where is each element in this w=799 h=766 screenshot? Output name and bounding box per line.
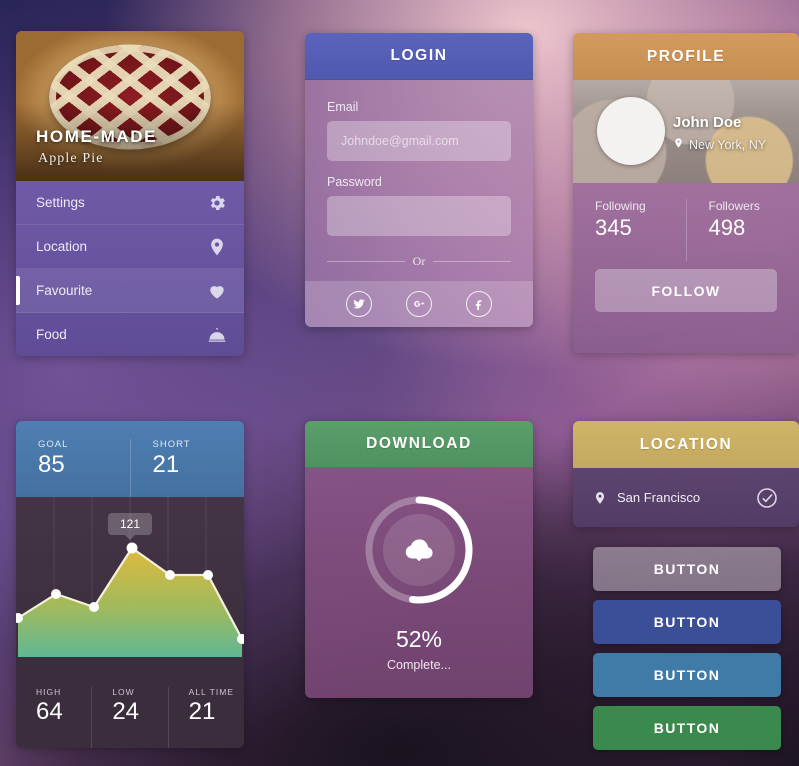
- or-divider: Or: [327, 254, 512, 269]
- stat-value: 21: [152, 451, 180, 478]
- stat-value: 64: [36, 698, 63, 725]
- stat-goal: GOAL 85: [16, 439, 130, 497]
- location-row[interactable]: San Francisco: [573, 468, 799, 527]
- check-circle-icon[interactable]: [755, 486, 779, 510]
- menu-item-favourite[interactable]: Favourite: [16, 269, 244, 313]
- profile-location-label: New York, NY: [689, 137, 767, 152]
- button-2[interactable]: BUTTON: [593, 600, 781, 644]
- map-pin-icon: [206, 236, 228, 258]
- heart-icon: [206, 280, 228, 302]
- chart-top-stats: GOAL 85 SHORT 21: [16, 421, 244, 497]
- chart-tooltip: 121: [107, 513, 153, 535]
- location-name: San Francisco: [617, 490, 701, 505]
- menu-card: HOME-MADE Apple Pie Settings Location Fa…: [16, 31, 244, 356]
- stat-value: 21: [188, 698, 216, 725]
- stat-followers: Followers 498: [685, 199, 799, 261]
- hero-subtitle: Apple Pie: [38, 151, 104, 166]
- ui-kit-canvas: HOME-MADE Apple Pie Settings Location Fa…: [0, 0, 799, 766]
- stat-label: Following: [595, 199, 646, 213]
- stat-label: LOW: [112, 687, 135, 697]
- stat-label: HIGH: [36, 687, 62, 697]
- stat-high: HIGH 64: [16, 687, 91, 748]
- stat-short: SHORT 21: [129, 439, 245, 497]
- stats-chart-card: GOAL 85 SHORT 21 121 HIGH 64 LOW 24 ALL …: [16, 421, 244, 748]
- download-card: DOWNLOAD 52% Complete...: [305, 421, 533, 698]
- twitter-icon[interactable]: [346, 291, 372, 317]
- profile-card: PROFILE John Doe New York, NY Following …: [573, 33, 799, 353]
- follow-button[interactable]: FOLLOW: [595, 269, 777, 312]
- apple-pie-photo: HOME-MADE Apple Pie: [16, 31, 244, 181]
- food-dome-icon: [206, 324, 228, 346]
- stat-low: LOW 24: [91, 687, 167, 748]
- map-pin-icon: [593, 489, 607, 507]
- menu-item-label: Favourite: [36, 283, 93, 298]
- chart-area-fill: [18, 548, 242, 657]
- stat-label: SHORT: [152, 439, 191, 450]
- stat-label: Followers: [708, 199, 760, 213]
- profile-stats: Following 345 Followers 498: [573, 183, 799, 261]
- password-field[interactable]: [327, 196, 511, 236]
- progress-ring: [363, 494, 475, 606]
- download-percent: 52%: [395, 626, 443, 652]
- stat-following: Following 345: [573, 199, 686, 261]
- button-1[interactable]: BUTTON: [593, 547, 781, 591]
- stat-label: GOAL: [38, 439, 69, 450]
- menu-item-location[interactable]: Location: [16, 225, 244, 269]
- gear-icon: [206, 192, 228, 214]
- profile-footer: FOLLOW: [573, 261, 799, 353]
- email-field[interactable]: [327, 121, 511, 161]
- social-login-bar: [305, 281, 533, 327]
- menu-item-label: Food: [36, 327, 67, 342]
- login-form: Email Password Or: [305, 80, 533, 327]
- profile-card-title: PROFILE: [573, 33, 799, 80]
- location-card-title: LOCATION: [573, 421, 799, 468]
- stat-value: 24: [112, 698, 140, 725]
- cloud-download-icon: [383, 514, 455, 586]
- login-card-title: LOGIN: [305, 33, 533, 80]
- download-status: Complete...: [387, 658, 451, 672]
- download-card-title: DOWNLOAD: [305, 421, 533, 468]
- stat-all-time: ALL TIME 21: [167, 687, 244, 748]
- email-label: Email: [327, 100, 359, 114]
- profile-location: New York, NY: [673, 136, 766, 153]
- menu-item-label: Settings: [36, 195, 85, 210]
- download-body: 52% Complete...: [305, 468, 533, 698]
- profile-name: John Doe: [673, 114, 742, 131]
- google-plus-icon[interactable]: [406, 291, 432, 317]
- location-card: LOCATION San Francisco: [573, 421, 799, 527]
- hero-title: HOME-MADE: [36, 127, 158, 146]
- avatar: [597, 97, 665, 165]
- menu-item-settings[interactable]: Settings: [16, 181, 244, 225]
- menu-list: Settings Location Favourite Food: [16, 181, 244, 356]
- profile-banner: John Doe New York, NY: [573, 80, 799, 183]
- password-label: Password: [327, 175, 382, 189]
- stat-label: ALL TIME: [188, 687, 234, 697]
- chart-bottom-stats: HIGH 64 LOW 24 ALL TIME 21: [16, 657, 244, 748]
- button-3[interactable]: BUTTON: [593, 653, 781, 697]
- menu-item-label: Location: [36, 239, 88, 254]
- map-pin-icon: [673, 136, 684, 153]
- divider-line-right: [433, 261, 512, 262]
- login-card: LOGIN Email Password Or: [305, 33, 533, 327]
- stat-value: 498: [708, 215, 746, 240]
- button-4[interactable]: BUTTON: [593, 706, 781, 750]
- area-chart: 121: [16, 497, 244, 657]
- or-label: Or: [412, 254, 426, 268]
- divider-line-left: [327, 261, 405, 262]
- facebook-icon[interactable]: [466, 291, 492, 317]
- menu-item-food[interactable]: Food: [16, 313, 244, 356]
- stat-value: 85: [38, 451, 65, 478]
- stat-value: 345: [595, 215, 632, 240]
